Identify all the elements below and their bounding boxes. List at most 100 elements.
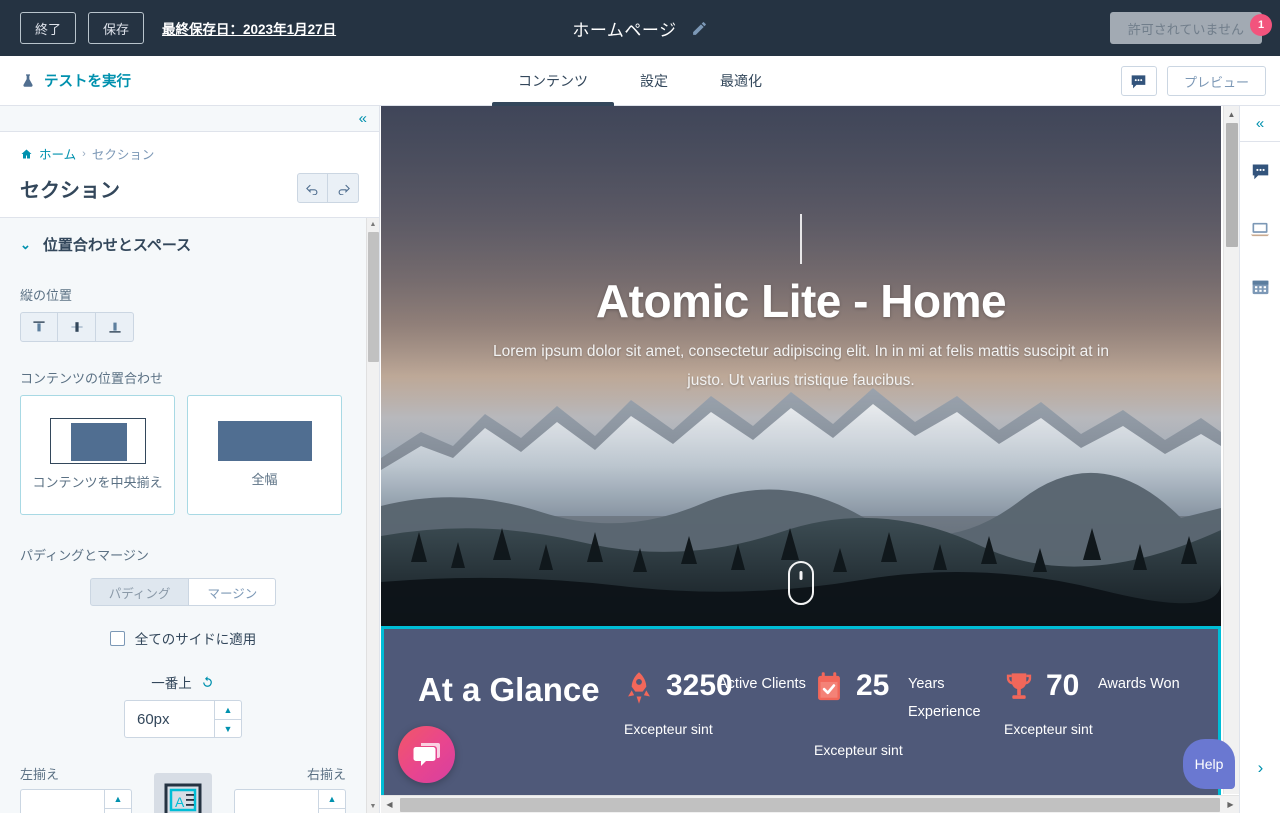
page-title: ホームページ	[572, 20, 677, 40]
reset-icon[interactable]	[200, 675, 215, 690]
align-bottom-button[interactable]	[96, 312, 134, 342]
rail-item-comments[interactable]	[1240, 142, 1280, 200]
stat-sub: Excepteur sint	[814, 742, 903, 759]
stat-sub: Excepteur sint	[624, 721, 713, 737]
page-canvas[interactable]: Atomic Lite - Home Lorem ipsum dolor sit…	[381, 106, 1239, 813]
breadcrumb-home[interactable]: ホーム	[39, 144, 76, 163]
hero-heading[interactable]: Atomic Lite - Home	[381, 274, 1221, 328]
stat-label: Awards Won	[1098, 676, 1180, 692]
card-content-centered-label: コンテンツを中央揃え	[32, 475, 163, 491]
comment-icon	[1132, 74, 1146, 88]
left-spacing-stepper: ▲ ▼	[20, 789, 132, 813]
sidebar-panel: ⌄ 位置合わせとスペース 縦の位置 コンテンツの位置合わせ コンテンツを中央揃え…	[0, 218, 366, 813]
stat-top-row: 25 Years Experience	[814, 671, 1004, 726]
stat-numbers: 70	[1046, 671, 1086, 701]
top-spacing-spin-col: ▲ ▼	[214, 700, 242, 738]
text-box-button[interactable]: A	[154, 773, 212, 813]
left-spacing-input[interactable]	[20, 789, 104, 813]
right-spacing-increase[interactable]: ▲	[318, 789, 346, 808]
align-middle-button[interactable]	[58, 312, 96, 342]
stat-number: 3250	[666, 669, 733, 702]
hero-section[interactable]: Atomic Lite - Home Lorem ipsum dolor sit…	[381, 106, 1221, 626]
top-header: 終了 保存 最終保存日：2023年1月27日 ホームページ 許可されていません …	[0, 0, 1280, 56]
undo-button[interactable]	[297, 173, 328, 203]
apply-all-sides-row[interactable]: 全てのサイドに適用	[20, 628, 346, 648]
boxed-centered-art	[49, 418, 146, 465]
tab-content[interactable]: コンテンツ	[492, 56, 614, 106]
accordion-alignment-spacing[interactable]: ⌄ 位置合わせとスペース	[20, 234, 346, 259]
stat-top-row: 70 Awards Won	[1004, 671, 1194, 705]
tab-optimize[interactable]: 最適化	[694, 56, 788, 106]
chat-widget-button[interactable]	[398, 726, 455, 783]
chevron-down-icon: ⌄	[20, 237, 31, 252]
pencil-icon[interactable]	[691, 20, 708, 37]
left-spacing-col: 左揃え ▲ ▼	[20, 764, 132, 813]
canvas-scroll-left[interactable]: ◀	[381, 796, 398, 813]
rail-item-device-preview[interactable]	[1240, 200, 1280, 258]
canvas-horizontal-scrollbar[interactable]: ◀ ▶	[381, 795, 1239, 813]
header-actions: 許可されていません 1	[1109, 0, 1272, 56]
chevron-double-left-icon[interactable]: «	[359, 111, 367, 126]
text-box-icon: A	[164, 783, 202, 813]
stats-section[interactable]: At a Glance 3250 Active Clients Excepteu…	[381, 626, 1221, 806]
calendar-icon	[1252, 280, 1268, 295]
align-top-button[interactable]	[20, 312, 58, 342]
help-button[interactable]: Help	[1183, 739, 1235, 789]
stat-item: 70 Awards Won Excepteur sint	[1004, 671, 1194, 738]
top-spacing-decrease[interactable]: ▼	[214, 719, 242, 738]
rocket-icon	[628, 672, 650, 704]
padding-tab[interactable]: パディング	[89, 578, 190, 606]
card-full-width[interactable]: 全幅	[187, 395, 342, 515]
rail-item-calendar[interactable]	[1240, 258, 1280, 316]
sidebar-scroll-thumb[interactable]	[368, 232, 379, 362]
top-spacing-increase[interactable]: ▲	[214, 700, 242, 719]
top-spacing-input[interactable]	[124, 700, 214, 738]
right-spacing-decrease[interactable]: ▼	[318, 808, 346, 813]
card-content-centered[interactable]: コンテンツを中央揃え	[20, 395, 175, 515]
sidebar-scroll-down[interactable]: ▼	[367, 800, 379, 813]
app-root: 終了 保存 最終保存日：2023年1月27日 ホームページ 許可されていません …	[0, 0, 1280, 813]
publish-button-disabled: 許可されていません	[1109, 12, 1262, 44]
sidebar-scroll-up[interactable]: ▲	[367, 218, 379, 231]
padding-margin-toggle: パディング マージン	[20, 578, 346, 606]
left-spacing-decrease[interactable]: ▼	[104, 808, 132, 813]
breadcrumb-current: セクション	[91, 148, 155, 162]
padding-margin-label: パディングとマージン	[20, 548, 149, 563]
tab-settings[interactable]: 設定	[614, 56, 694, 106]
sidebar-scrollbar[interactable]: ▲ ▼	[366, 218, 379, 813]
canvas-scroll-right[interactable]: ▶	[1222, 796, 1239, 813]
margin-tab[interactable]: マージン	[189, 578, 277, 606]
stat-numbers: 3250	[666, 669, 733, 702]
stats-title: At a Glance	[418, 671, 600, 708]
content-alignment-label: コンテンツの位置合わせ	[20, 371, 164, 386]
rail-collapse-button[interactable]: «	[1239, 106, 1280, 142]
right-spin-col: ▲ ▼	[318, 789, 346, 813]
laptop-icon	[1250, 222, 1270, 236]
right-spacing-col: 右揃え ▲ ▼	[234, 764, 346, 813]
stat-item: 3250 Active Clients Excepteur sint	[624, 671, 814, 738]
redo-button[interactable]	[328, 173, 359, 203]
save-button[interactable]: 保存	[88, 12, 145, 44]
home-icon	[21, 149, 32, 158]
canvas-scroll-thumb[interactable]	[1226, 123, 1238, 247]
comment-button[interactable]	[1120, 66, 1157, 96]
canvas-hscroll-thumb[interactable]	[400, 797, 1220, 812]
canvas-scroll-up[interactable]: ▲	[1224, 106, 1239, 122]
canvas-vertical-scrollbar[interactable]: ▲ ▼	[1223, 106, 1239, 794]
comment-icon	[1252, 164, 1268, 179]
left-right-spacing-row: 左揃え ▲ ▼ A	[20, 764, 346, 813]
stat-top-row: 3250 Active Clients	[624, 671, 814, 705]
sidebar-header: ホーム › セクション セクション	[0, 132, 379, 218]
rail-expand-button[interactable]: ›	[1240, 753, 1280, 783]
preview-button[interactable]: プレビュー	[1166, 66, 1266, 96]
left-spacing-increase[interactable]: ▲	[104, 789, 132, 808]
last-saved-link[interactable]: 最終保存日：2023年1月27日	[162, 18, 336, 38]
left-spin-col: ▲ ▼	[104, 789, 132, 813]
notification-badge[interactable]: 1	[1250, 14, 1272, 36]
hero-paragraph[interactable]: Lorem ipsum dolor sit amet, consectetur …	[481, 338, 1121, 395]
right-spacing-input[interactable]	[234, 789, 318, 813]
exit-button[interactable]: 終了	[20, 12, 77, 44]
card-full-width-label: 全幅	[251, 472, 278, 488]
apply-all-sides-label: 全てのサイドに適用	[134, 632, 257, 647]
apply-all-sides-checkbox[interactable]	[109, 630, 125, 646]
